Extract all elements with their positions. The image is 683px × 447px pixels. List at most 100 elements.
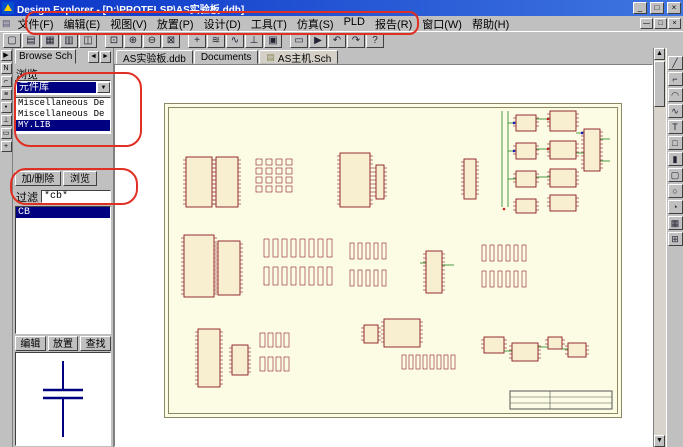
filter-input[interactable]: *cb* [41,190,111,203]
main-toolbar: ▢▤▦▥◫ ⊡⊕⊖⊠ +≋∿⊥▣ ▭▶↶↷? [0,31,683,48]
menu-bar: ▤ 文件(F)编辑(E)视图(V)放置(P)设计(D)工具(T)仿真(S)PLD… [0,16,683,31]
add-remove-button[interactable]: 加/删除 [15,171,61,186]
menu-item-10[interactable]: 窗口(W) [417,16,467,32]
print-icon[interactable]: ▥ [60,33,78,48]
tab-3[interactable]: ▤AS主机.Sch [259,50,338,64]
rectangle-tool-icon[interactable]: □ [668,136,683,150]
chevron-down-icon[interactable]: ▼ [97,82,110,93]
redo-icon[interactable]: ↷ [347,33,365,48]
menu-item-1[interactable]: 文件(F) [13,16,59,32]
zoom-in-icon[interactable]: ⊕ [124,33,142,48]
schematic-sheet-svg [164,103,622,418]
tab-1[interactable]: AS实验板.ddb [116,50,193,64]
text-tool-icon[interactable]: T [668,120,683,134]
library-list-item[interactable]: MY.LIB [16,120,110,131]
menu-item-6[interactable]: 工具(T) [246,16,292,32]
menu-item-3[interactable]: 视图(V) [105,16,152,32]
vertical-scrollbar[interactable]: ▲ ▼ [653,48,666,447]
child-restore-icon[interactable]: □ [654,18,667,29]
toolbar-separator [283,33,289,48]
library-type-dropdown[interactable]: 元件库 ▼ [15,80,111,95]
new-document-icon[interactable]: ▢ [3,33,21,48]
line-tool-icon[interactable]: ╱ [668,56,683,70]
left-tool-strip: ▶ N ⌐ ≡ • ⊥ ▭ + [0,48,13,447]
help-icon[interactable]: ? [366,33,384,48]
panel-scroll-left-icon[interactable]: ◄ [88,51,99,63]
part-browse-icon[interactable]: ▭ [1,128,12,139]
wire-icon[interactable]: ⌐ [1,76,12,87]
component-actions: 编辑放置查找 [15,336,111,351]
library-list-item[interactable]: Miscellaneous De [16,109,110,120]
sheet-symbol-icon[interactable]: ▭ [290,33,308,48]
power-port-icon[interactable]: ⊥ [1,115,12,126]
document-tabs: AS实验板.ddb Documents ▤AS主机.Sch [114,48,653,64]
graph-tool-icon[interactable]: ▦ [668,216,683,230]
zoom-all-icon[interactable]: ⊠ [162,33,180,48]
component-list[interactable]: CB [15,206,111,334]
array-paste-tool-icon[interactable]: ⊞ [668,232,683,246]
open-folder-icon[interactable]: ▤ [22,33,40,48]
menu-item-8[interactable]: PLD [339,16,370,32]
menu-items: 文件(F)编辑(E)视图(V)放置(P)设计(D)工具(T)仿真(S)PLD报告… [13,16,515,32]
tab-label: AS实验板.ddb [123,50,186,65]
menu-item-11[interactable]: 帮助(H) [467,16,514,32]
menu-item-4[interactable]: 放置(P) [152,16,199,32]
zoom-out-icon[interactable]: ⊖ [143,33,161,48]
child-minimize-icon[interactable]: — [640,18,653,29]
place-button[interactable]: 放置 [48,336,79,351]
child-window-icon: ▤ [2,18,11,29]
bus-icon[interactable]: ≡ [1,89,12,100]
design-explorer-window: Design Explorer - [D:\PROTELSP\AS实验板.ddb… [0,0,683,447]
part-icon[interactable]: ▣ [264,33,282,48]
browse-button[interactable]: 浏览 [63,171,97,186]
menu-item-7[interactable]: 仿真(S) [292,16,339,32]
maximize-button[interactable]: □ [650,2,664,14]
filter-label: 过滤 [16,189,38,205]
wiring-tools-icon[interactable]: ≋ [207,33,225,48]
library-list[interactable]: Miscellaneous DeMiscellaneous DeMY.LIB [15,97,111,134]
spline-tool-icon[interactable]: ∿ [668,104,683,118]
cursor-icon[interactable]: ▶ [1,50,12,61]
tab-2[interactable]: Documents [194,50,259,64]
capacitor-symbol [27,357,99,441]
child-window-controls: —□× [639,18,681,29]
pie-tool-icon[interactable]: ◔ [668,200,683,214]
menu-item-9[interactable]: 报告(R) [370,16,417,32]
polyline-tool-icon[interactable]: ⌐ [668,72,683,86]
child-close-icon[interactable]: × [668,18,681,29]
library-list-item[interactable]: Miscellaneous De [16,98,110,109]
probe-icon[interactable]: + [1,141,12,152]
junction-icon[interactable]: • [1,102,12,113]
tab-label: Documents [201,52,252,63]
power-port-icon[interactable]: ⊥ [245,33,263,48]
component-list-item[interactable]: CB [16,207,110,218]
save-icon[interactable]: ▦ [41,33,59,48]
zoom-window-icon[interactable]: ⊡ [105,33,123,48]
filled-rect-tool-icon[interactable]: ▮ [668,152,683,166]
library-type-value: 元件库 [17,82,96,93]
edit-button[interactable]: 编辑 [15,336,46,351]
drawing-tools-icon[interactable]: ∿ [226,33,244,48]
scrollbar-thumb[interactable] [654,61,665,107]
menu-item-2[interactable]: 编辑(E) [59,16,106,32]
tab-browse-sch[interactable]: Browse Sch [15,49,76,64]
arc-tool-icon[interactable]: ◠ [668,88,683,102]
title-bar: Design Explorer - [D:\PROTELSP\AS实验板.ddb… [0,0,683,16]
panel-scroll-right-icon[interactable]: ► [100,51,111,63]
close-button[interactable]: × [667,2,681,14]
round-rect-tool-icon[interactable]: ▢ [668,168,683,182]
browse-label: 浏览 [16,66,111,79]
simulate-icon[interactable]: ▶ [309,33,327,48]
minimize-button[interactable]: _ [633,2,647,14]
scroll-up-icon[interactable]: ▲ [654,48,665,60]
ellipse-tool-icon[interactable]: ○ [668,184,683,198]
scroll-down-icon[interactable]: ▼ [654,435,665,447]
print-preview-icon[interactable]: ◫ [79,33,97,48]
schematic-canvas[interactable] [114,64,653,447]
find-button[interactable]: 查找 [80,336,111,351]
undo-icon[interactable]: ↶ [328,33,346,48]
content-area: ▶ N ⌐ ≡ • ⊥ ▭ + Browse Sch ◄ ► 浏览 元件库 ▼ Miscell… [0,48,683,447]
net-label-icon[interactable]: N [1,63,12,74]
cross-probe-icon[interactable]: + [188,33,206,48]
menu-item-5[interactable]: 设计(D) [199,16,246,32]
